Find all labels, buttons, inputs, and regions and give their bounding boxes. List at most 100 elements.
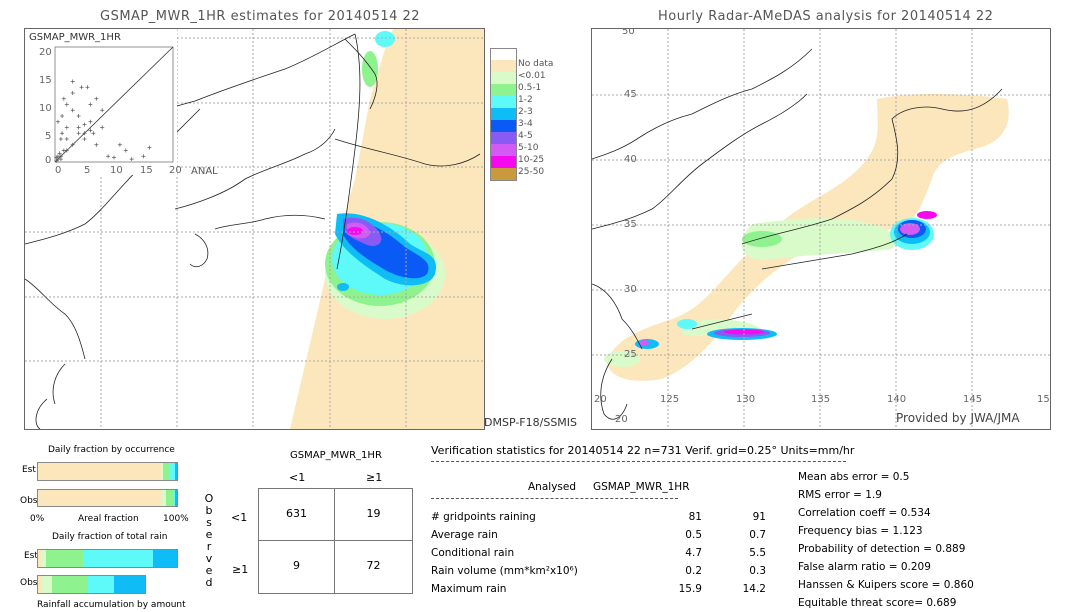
contingency-cell: 631 (286, 507, 307, 520)
left-map-title: GSMAP_MWR_1HR estimates for 20140514 22 (100, 9, 421, 24)
right-map-title: Hourly Radar-AMeDAS analysis for 2014051… (658, 9, 994, 24)
right-map: 50 45 40 35 30 25 20 125 130 135 140 145… (591, 28, 1051, 430)
bar-segment (175, 490, 177, 506)
scatter-xtick: 5 (84, 165, 91, 176)
total-rain-obs-bar (37, 575, 147, 594)
legend-label: No data (518, 59, 554, 69)
scatter-x-label: ANAL (191, 166, 218, 177)
total-rain-title: Daily fraction of total rain (52, 532, 168, 542)
occurrence-est-bar (37, 462, 178, 481)
lon-label: 140 (887, 394, 907, 405)
scatter-xtick: 0 (55, 165, 62, 176)
stats-gsmap: 5.5 (749, 547, 766, 559)
stats-label: Maximum rain (431, 583, 507, 595)
bar-segment (113, 576, 145, 593)
legend-label: 2-3 (518, 107, 533, 117)
lon-label: 125 (660, 394, 680, 405)
scatter-ytick: 15 (39, 75, 52, 86)
occurrence-axis-left: 0% (30, 514, 45, 524)
scatter-xtick: 20 (169, 165, 182, 176)
legend-swatch (490, 72, 517, 84)
legend-swatch (490, 120, 517, 132)
stats-label: # gridpoints raining (431, 511, 536, 523)
occurrence-title: Daily fraction by occurrence (48, 445, 175, 455)
score-item: Correlation coeff = 0.534 (798, 507, 931, 519)
bar-segment (38, 463, 161, 480)
scatter-y-label: GSMAP_MWR_1HR (29, 32, 121, 43)
occurrence-obs-bar (37, 489, 178, 507)
stats-analysed: 0.5 (685, 529, 702, 541)
bar-segment (45, 550, 84, 567)
stats-analysed: 4.7 (685, 547, 702, 559)
credit-label: Provided by JWA/JMA (896, 411, 1020, 425)
scatter-ytick: 10 (39, 103, 52, 114)
score-item: Hanssen & Kuipers score = 0.860 (798, 579, 974, 591)
lon-label: 135 (811, 394, 831, 405)
stats-analysed: 81 (688, 511, 702, 523)
bar-segment (88, 576, 114, 593)
rain-area-right (604, 211, 937, 367)
bar-segment (165, 490, 174, 506)
score-item: RMS error = 1.9 (798, 489, 882, 501)
contingency-row-label: <1 (231, 511, 248, 524)
lon-label: 130 (736, 394, 756, 405)
legend-swatch (490, 84, 517, 96)
contingency-cell: 9 (293, 559, 300, 572)
total-rain-est-bar (37, 549, 178, 568)
corner-label: 20 (615, 414, 628, 425)
legend-label: 5-10 (518, 143, 539, 153)
right-map-canvas (592, 29, 1050, 429)
score-item: Probability of detection = 0.889 (798, 543, 966, 555)
stats-label: Average rain (431, 529, 498, 541)
scatter-xtick: 15 (140, 165, 153, 176)
lon-label: 15 (1037, 394, 1050, 405)
legend-label: 3-4 (518, 119, 533, 129)
occurrence-axis-right: 100% (163, 514, 189, 524)
contingency-cell: 72 (366, 559, 381, 572)
occurrence-obs-label: Obs (20, 496, 38, 506)
stats-analysed: 0.2 (685, 565, 702, 577)
legend-label: 0.5-1 (518, 83, 542, 93)
contingency-col-label: <1 (289, 471, 306, 484)
legend-swatch (490, 96, 517, 108)
stats-gsmap: 0.7 (749, 529, 766, 541)
observed-label: Observed (204, 493, 214, 589)
bar-segment (42, 576, 52, 593)
total-rain-est-label: Est (24, 551, 38, 561)
scatter-ytick: 0 (45, 155, 52, 166)
stats-gsmap: 14.2 (742, 583, 766, 595)
verification-header: Verification statistics for 20140514 22 … (431, 444, 855, 457)
score-item: Frequency bias = 1.123 (798, 525, 923, 537)
total-rain-obs-label: Obs (20, 578, 38, 588)
legend-label: 1-2 (518, 95, 533, 105)
lon-label: 20 (594, 394, 607, 405)
lat-label: 25 (624, 349, 637, 360)
scatter-xtick: 10 (110, 165, 123, 176)
legend-swatch (490, 144, 517, 156)
score-item: False alarm ratio = 0.209 (798, 561, 931, 573)
observed-letter: d (205, 576, 213, 589)
contingency-row-label: ≥1 (232, 563, 249, 576)
score-item: Equitable threat score= 0.689 (798, 597, 957, 609)
stats-gsmap: 91 (752, 511, 766, 523)
legend-label: <0.01 (518, 71, 546, 81)
contingency-cell: 19 (366, 507, 381, 520)
lat-label: 50 (622, 28, 635, 37)
divider (431, 461, 846, 462)
stats-label: Rain volume (mm*km²x10⁶) (431, 565, 578, 577)
contingency-col-label: ≥1 (366, 471, 383, 484)
stats-label: Conditional rain (431, 547, 515, 559)
lat-label: 30 (624, 284, 637, 295)
legend-swatch (490, 132, 517, 144)
stats-gsmap: 0.3 (749, 565, 766, 577)
bar-segment (175, 463, 177, 480)
contingency-grid: 631 19 9 72 (258, 488, 413, 594)
scatter-ytick: 5 (45, 131, 52, 142)
legend-label: 10-25 (518, 155, 545, 165)
contingency-header: GSMAP_MWR_1HR (290, 450, 382, 461)
satellite-label: DMSP-F18/SSMIS (484, 416, 578, 429)
left-map-canvas (25, 29, 484, 429)
lat-label: 45 (624, 89, 637, 100)
occurrence-est-label: Est (22, 465, 36, 475)
col-analysed: Analysed (528, 481, 576, 493)
